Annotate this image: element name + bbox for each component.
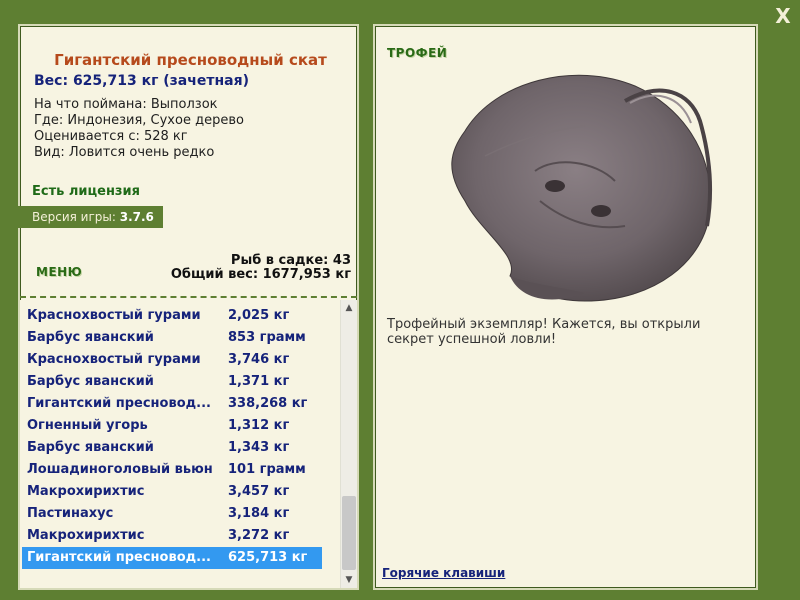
trophy-label: ТРОФЕЙ: [387, 46, 448, 60]
stingray-image: [451, 74, 713, 302]
catch-list-row[interactable]: Краснохвостый гурами 3,746 кг: [22, 349, 322, 371]
license-status: Есть лицензия: [32, 184, 140, 199]
catch-fish-name: Краснохвостый гурами: [27, 308, 201, 323]
menu-button[interactable]: МЕНЮ: [36, 265, 82, 279]
catch-fish-name: Барбус яванский: [27, 374, 154, 389]
scroll-down-arrow-icon[interactable]: ▼: [341, 572, 357, 588]
scroll-thumb[interactable]: [342, 496, 356, 570]
catch-fish-weight: 3,184 кг: [228, 506, 290, 521]
catch-list-row[interactable]: Огненный угорь 1,312 кг: [22, 415, 322, 437]
catch-fish-weight: 3,272 кг: [228, 528, 290, 543]
catch-fish-weight: 1,371 кг: [228, 374, 290, 389]
total-weight: Общий вес: 1677,953 кг: [170, 267, 351, 282]
catch-fish-name: Краснохвостый гурами: [27, 352, 201, 367]
catch-fish-weight: 853 грамм: [228, 330, 306, 345]
rarity-detail: Вид: Ловится очень редко: [34, 145, 215, 160]
bait-detail: На что поймана: Выползок: [34, 97, 218, 112]
catch-fish-name: Барбус яванский: [27, 330, 154, 345]
fish-name: Гигантский пресноводный скат: [54, 51, 327, 69]
catch-fish-name: Лошадиноголовый вьюн: [27, 462, 213, 477]
catch-list-row[interactable]: Барбус яванский 1,343 кг: [22, 437, 322, 459]
catch-list-row[interactable]: Барбус яванский 853 грамм: [22, 327, 322, 349]
catch-list-row[interactable]: Краснохвостый гурами 2,025 кг: [22, 305, 322, 327]
location-detail: Где: Индонезия, Сухое дерево: [34, 113, 244, 128]
catch-list-row[interactable]: Пастинахус 3,184 кг: [22, 503, 322, 525]
fish-weight: Вес: 625,713 кг (зачетная): [34, 73, 249, 89]
version-bar: Версия игры: 3.7.6: [18, 206, 163, 228]
catch-fish-name: Пастинахус: [27, 506, 114, 521]
trophy-panel: ТРОФЕЙ Трофейный экземпляр! Кажется, вы …: [373, 24, 758, 590]
catch-list-row[interactable]: Лошадиноголовый вьюн 101 грамм: [22, 459, 322, 481]
catch-list-row[interactable]: Гигантский пресновод... 338,268 кг: [22, 393, 322, 415]
catch-fish-weight: 338,268 кг: [228, 396, 308, 411]
catch-fish-weight: 101 грамм: [228, 462, 306, 477]
catch-list-row[interactable]: Макрохирихтис 3,457 кг: [22, 481, 322, 503]
version-value: 3.7.6: [119, 210, 154, 224]
catch-fish-weight: 625,713 кг: [228, 550, 308, 565]
value-detail: Оценивается с: 528 кг: [34, 129, 188, 144]
catch-list-row[interactable]: Гигантский пресновод... 625,713 кг: [22, 547, 322, 569]
hotkeys-link[interactable]: Горячие клавиши: [382, 566, 505, 580]
fish-info-panel: Гигантский пресноводный скат Вес: 625,71…: [18, 24, 359, 590]
catch-list-scrollbar[interactable]: ▲ ▼: [340, 300, 357, 588]
close-button[interactable]: X: [771, 4, 795, 28]
catch-count: Рыб в садке: 43: [230, 253, 351, 268]
catch-list[interactable]: Краснохвостый гурами 2,025 кг Барбус яванс…: [20, 300, 357, 588]
catch-fish-name: Барбус яванский: [27, 440, 154, 455]
catch-fish-name: Огненный угорь: [27, 418, 148, 433]
list-divider: [20, 296, 357, 298]
version-label: Версия игры:: [32, 210, 116, 224]
catch-fish-weight: 1,343 кг: [228, 440, 290, 455]
catch-fish-weight: 3,457 кг: [228, 484, 290, 499]
catch-fish-name: Гигантский пресновод...: [27, 396, 211, 411]
scroll-up-arrow-icon[interactable]: ▲: [341, 300, 357, 316]
catch-fish-name: Гигантский пресновод...: [27, 550, 211, 565]
catch-fish-name: Макрохирихтис: [27, 528, 145, 543]
catch-list-row[interactable]: Макрохирихтис 3,272 кг: [22, 525, 322, 547]
catch-fish-weight: 1,312 кг: [228, 418, 290, 433]
catch-fish-weight: 3,746 кг: [228, 352, 290, 367]
catch-fish-weight: 2,025 кг: [228, 308, 290, 323]
catch-fish-name: Макрохирихтис: [27, 484, 145, 499]
catch-list-row[interactable]: Барбус яванский 1,371 кг: [22, 371, 322, 393]
trophy-message: Трофейный экземпляр! Кажется, вы открыли…: [387, 317, 701, 347]
